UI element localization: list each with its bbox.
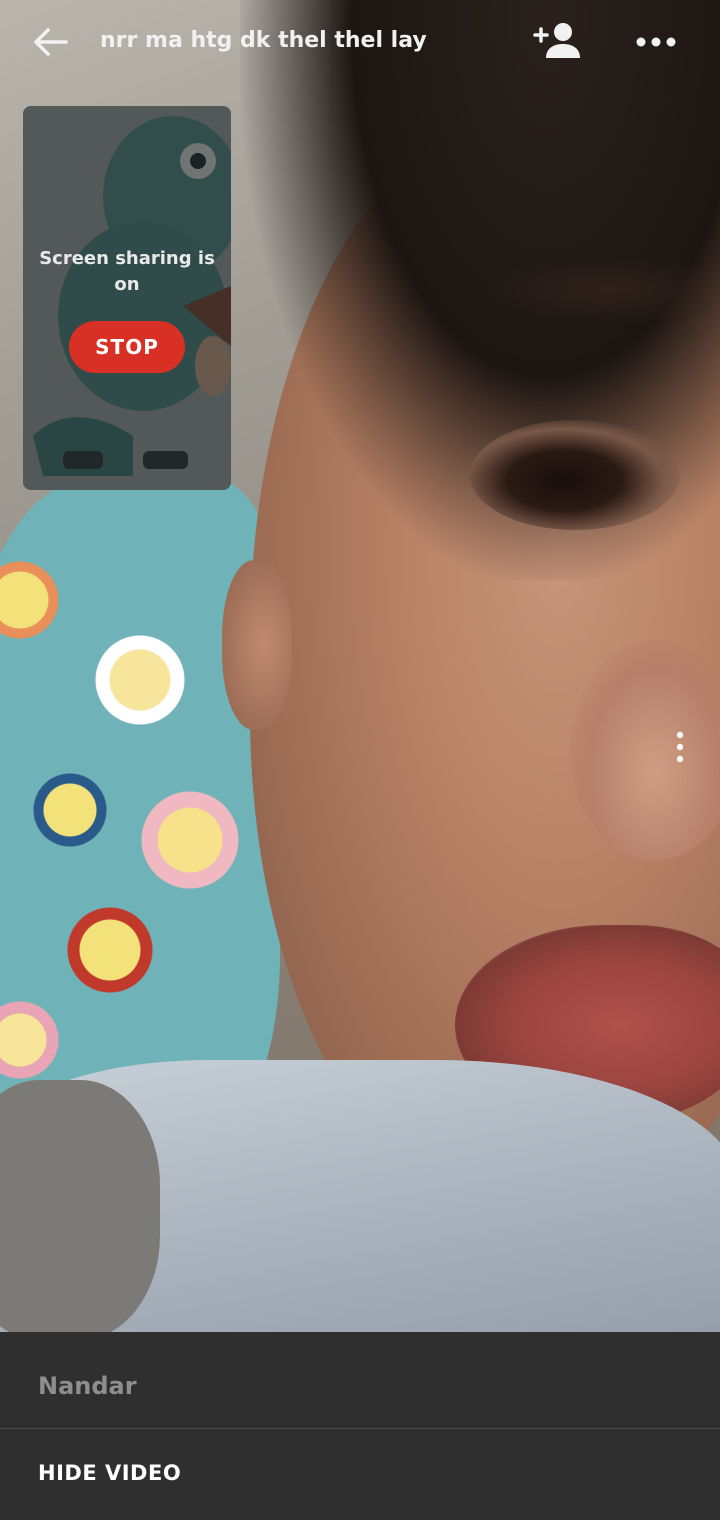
more-vertical-icon bbox=[676, 731, 684, 763]
hide-video-label: HIDE VIDEO bbox=[38, 1461, 182, 1485]
participant-name: Nandar bbox=[38, 1372, 137, 1400]
video-eye bbox=[470, 420, 680, 530]
video-call-screen: nrr ma htg dk thel thel lay Screen shari… bbox=[0, 0, 720, 1520]
top-app-bar: nrr ma htg dk thel thel lay bbox=[0, 0, 720, 84]
video-blanket-shadow bbox=[0, 1080, 160, 1332]
add-person-icon bbox=[533, 23, 580, 58]
screen-sharing-overlay bbox=[23, 106, 231, 490]
call-title: nrr ma htg dk thel thel lay bbox=[100, 28, 427, 53]
more-horizontal-icon bbox=[636, 37, 676, 47]
video-ear bbox=[222, 560, 292, 730]
stop-sharing-button[interactable]: STOP bbox=[69, 321, 185, 373]
more-options-button[interactable] bbox=[632, 24, 680, 60]
back-arrow-icon bbox=[34, 28, 68, 56]
self-preview-tile[interactable]: Screen sharing is on STOP bbox=[23, 106, 231, 490]
add-participant-button[interactable] bbox=[532, 20, 584, 64]
hide-video-button[interactable]: HIDE VIDEO bbox=[0, 1429, 720, 1520]
back-button[interactable] bbox=[30, 22, 70, 62]
screen-sharing-status: Screen sharing is on bbox=[39, 248, 215, 295]
video-options-button[interactable] bbox=[668, 728, 692, 768]
